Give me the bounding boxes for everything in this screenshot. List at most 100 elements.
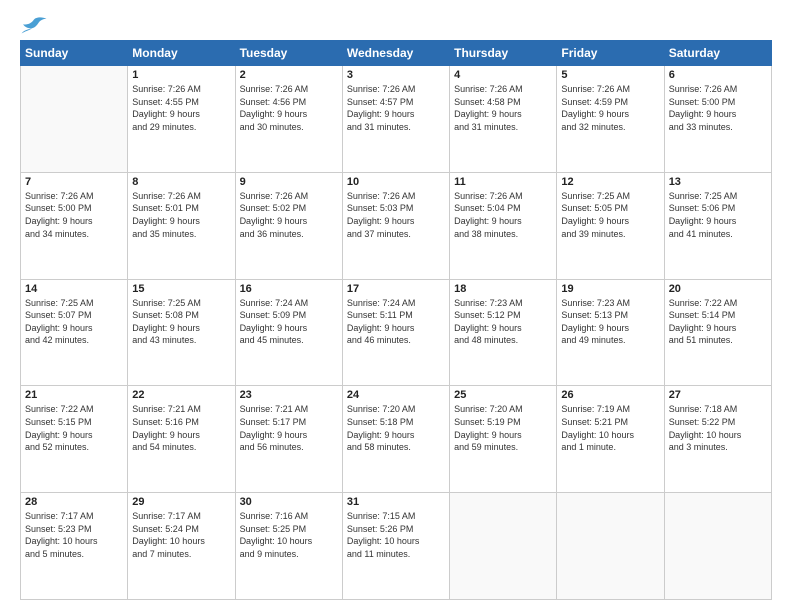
calendar-cell: 28 Sunrise: 7:17 AM Sunset: 5:23 PM Dayli… — [21, 493, 128, 600]
col-header-tuesday: Tuesday — [235, 41, 342, 66]
day-info: Sunrise: 7:24 AM Sunset: 5:09 PM Dayligh… — [240, 297, 338, 347]
calendar-week-row: 14 Sunrise: 7:25 AM Sunset: 5:07 PM Dayli… — [21, 279, 772, 386]
calendar-cell: 14 Sunrise: 7:25 AM Sunset: 5:07 PM Dayli… — [21, 279, 128, 386]
day-number: 5 — [561, 69, 659, 81]
day-number: 17 — [347, 283, 445, 295]
day-info: Sunrise: 7:23 AM Sunset: 5:12 PM Dayligh… — [454, 297, 552, 347]
day-info: Sunrise: 7:26 AM Sunset: 4:59 PM Dayligh… — [561, 83, 659, 133]
day-info: Sunrise: 7:26 AM Sunset: 5:00 PM Dayligh… — [669, 83, 767, 133]
calendar-cell — [21, 66, 128, 173]
calendar-cell: 4Sunrise: 7:26 AM Sunset: 4:58 PM Daylig… — [450, 66, 557, 173]
day-info: Sunrise: 7:17 AM Sunset: 5:24 PM Dayligh… — [132, 510, 230, 560]
day-number: 18 — [454, 283, 552, 295]
day-info: Sunrise: 7:19 AM Sunset: 5:21 PM Dayligh… — [561, 403, 659, 453]
day-number: 16 — [240, 283, 338, 295]
calendar-week-row: 7Sunrise: 7:26 AM Sunset: 5:00 PM Daylig… — [21, 172, 772, 279]
day-info: Sunrise: 7:26 AM Sunset: 4:58 PM Dayligh… — [454, 83, 552, 133]
day-number: 28 — [25, 496, 123, 508]
day-info: Sunrise: 7:26 AM Sunset: 4:55 PM Dayligh… — [132, 83, 230, 133]
day-number: 22 — [132, 389, 230, 401]
col-header-saturday: Saturday — [664, 41, 771, 66]
day-info: Sunrise: 7:25 AM Sunset: 5:07 PM Dayligh… — [25, 297, 123, 347]
day-number: 23 — [240, 389, 338, 401]
day-number: 11 — [454, 176, 552, 188]
day-number: 29 — [132, 496, 230, 508]
calendar-cell — [450, 493, 557, 600]
calendar-cell — [664, 493, 771, 600]
day-info: Sunrise: 7:16 AM Sunset: 5:25 PM Dayligh… — [240, 510, 338, 560]
day-info: Sunrise: 7:15 AM Sunset: 5:26 PM Dayligh… — [347, 510, 445, 560]
day-info: Sunrise: 7:26 AM Sunset: 5:04 PM Dayligh… — [454, 190, 552, 240]
calendar-cell: 19 Sunrise: 7:23 AM Sunset: 5:13 PM Dayli… — [557, 279, 664, 386]
day-info: Sunrise: 7:18 AM Sunset: 5:22 PM Dayligh… — [669, 403, 767, 453]
calendar-week-row: 21 Sunrise: 7:22 AM Sunset: 5:15 PM Dayli… — [21, 386, 772, 493]
day-info: Sunrise: 7:24 AM Sunset: 5:11 PM Dayligh… — [347, 297, 445, 347]
calendar-cell: 31 Sunrise: 7:15 AM Sunset: 5:26 PM Dayli… — [342, 493, 449, 600]
col-header-thursday: Thursday — [450, 41, 557, 66]
day-info: Sunrise: 7:22 AM Sunset: 5:15 PM Dayligh… — [25, 403, 123, 453]
day-info: Sunrise: 7:25 AM Sunset: 5:08 PM Dayligh… — [132, 297, 230, 347]
day-number: 20 — [669, 283, 767, 295]
day-info: Sunrise: 7:22 AM Sunset: 5:14 PM Dayligh… — [669, 297, 767, 347]
calendar-week-row: 28 Sunrise: 7:17 AM Sunset: 5:23 PM Dayli… — [21, 493, 772, 600]
day-number: 3 — [347, 69, 445, 81]
day-number: 19 — [561, 283, 659, 295]
day-number: 27 — [669, 389, 767, 401]
day-info: Sunrise: 7:20 AM Sunset: 5:18 PM Dayligh… — [347, 403, 445, 453]
calendar-cell: 23 Sunrise: 7:21 AM Sunset: 5:17 PM Dayli… — [235, 386, 342, 493]
day-number: 14 — [25, 283, 123, 295]
day-info: Sunrise: 7:17 AM Sunset: 5:23 PM Dayligh… — [25, 510, 123, 560]
day-info: Sunrise: 7:26 AM Sunset: 4:57 PM Dayligh… — [347, 83, 445, 133]
calendar-cell: 30 Sunrise: 7:16 AM Sunset: 5:25 PM Dayli… — [235, 493, 342, 600]
calendar-cell: 29 Sunrise: 7:17 AM Sunset: 5:24 PM Dayli… — [128, 493, 235, 600]
calendar-cell: 20 Sunrise: 7:22 AM Sunset: 5:14 PM Dayli… — [664, 279, 771, 386]
calendar-table: SundayMondayTuesdayWednesdayThursdayFrid… — [20, 40, 772, 600]
header — [20, 16, 772, 34]
day-number: 13 — [669, 176, 767, 188]
day-number: 8 — [132, 176, 230, 188]
day-info: Sunrise: 7:26 AM Sunset: 4:56 PM Dayligh… — [240, 83, 338, 133]
day-info: Sunrise: 7:26 AM Sunset: 5:03 PM Dayligh… — [347, 190, 445, 240]
day-info: Sunrise: 7:23 AM Sunset: 5:13 PM Dayligh… — [561, 297, 659, 347]
calendar-cell: 21 Sunrise: 7:22 AM Sunset: 5:15 PM Dayli… — [21, 386, 128, 493]
col-header-wednesday: Wednesday — [342, 41, 449, 66]
day-info: Sunrise: 7:21 AM Sunset: 5:17 PM Dayligh… — [240, 403, 338, 453]
day-number: 21 — [25, 389, 123, 401]
day-info: Sunrise: 7:26 AM Sunset: 5:00 PM Dayligh… — [25, 190, 123, 240]
calendar-header-row: SundayMondayTuesdayWednesdayThursdayFrid… — [21, 41, 772, 66]
day-number: 2 — [240, 69, 338, 81]
col-header-sunday: Sunday — [21, 41, 128, 66]
calendar-cell: 16 Sunrise: 7:24 AM Sunset: 5:09 PM Dayli… — [235, 279, 342, 386]
calendar-cell: 1 Sunrise: 7:26 AM Sunset: 4:55 PM Daylig… — [128, 66, 235, 173]
calendar-cell: 24 Sunrise: 7:20 AM Sunset: 5:18 PM Dayli… — [342, 386, 449, 493]
day-number: 1 — [132, 69, 230, 81]
col-header-monday: Monday — [128, 41, 235, 66]
calendar-cell: 7Sunrise: 7:26 AM Sunset: 5:00 PM Daylig… — [21, 172, 128, 279]
day-number: 31 — [347, 496, 445, 508]
page: SundayMondayTuesdayWednesdayThursdayFrid… — [0, 0, 792, 612]
calendar-cell: 17 Sunrise: 7:24 AM Sunset: 5:11 PM Dayli… — [342, 279, 449, 386]
calendar-cell: 22 Sunrise: 7:21 AM Sunset: 5:16 PM Dayli… — [128, 386, 235, 493]
day-number: 9 — [240, 176, 338, 188]
col-header-friday: Friday — [557, 41, 664, 66]
calendar-cell — [557, 493, 664, 600]
day-number: 6 — [669, 69, 767, 81]
calendar-cell: 10Sunrise: 7:26 AM Sunset: 5:03 PM Dayli… — [342, 172, 449, 279]
calendar-cell: 3 Sunrise: 7:26 AM Sunset: 4:57 PM Daylig… — [342, 66, 449, 173]
calendar-cell: 5 Sunrise: 7:26 AM Sunset: 4:59 PM Daylig… — [557, 66, 664, 173]
calendar-cell: 12Sunrise: 7:25 AM Sunset: 5:05 PM Dayli… — [557, 172, 664, 279]
day-number: 26 — [561, 389, 659, 401]
calendar-week-row: 1 Sunrise: 7:26 AM Sunset: 4:55 PM Daylig… — [21, 66, 772, 173]
calendar-cell: 13 Sunrise: 7:25 AM Sunset: 5:06 PM Dayli… — [664, 172, 771, 279]
day-number: 12 — [561, 176, 659, 188]
logo-icon — [20, 16, 48, 34]
day-info: Sunrise: 7:21 AM Sunset: 5:16 PM Dayligh… — [132, 403, 230, 453]
calendar-cell: 9Sunrise: 7:26 AM Sunset: 5:02 PM Daylig… — [235, 172, 342, 279]
day-number: 25 — [454, 389, 552, 401]
day-number: 30 — [240, 496, 338, 508]
day-number: 24 — [347, 389, 445, 401]
calendar-cell: 27 Sunrise: 7:18 AM Sunset: 5:22 PM Dayli… — [664, 386, 771, 493]
day-number: 15 — [132, 283, 230, 295]
day-info: Sunrise: 7:25 AM Sunset: 5:06 PM Dayligh… — [669, 190, 767, 240]
calendar-cell: 15 Sunrise: 7:25 AM Sunset: 5:08 PM Dayli… — [128, 279, 235, 386]
